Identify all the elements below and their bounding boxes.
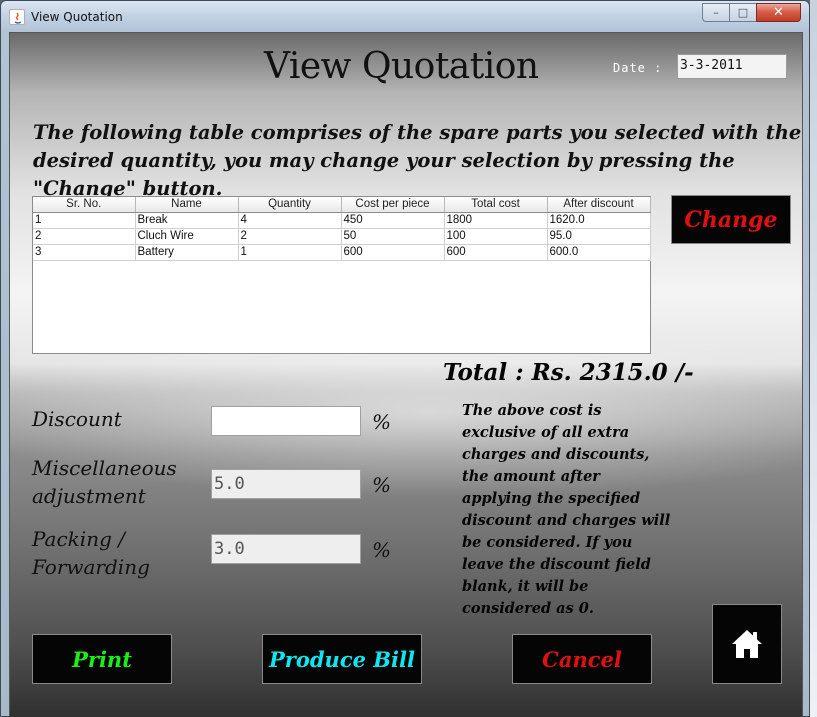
table-cell: 450	[341, 212, 445, 229]
table-cell: 95.0	[547, 228, 651, 245]
table-cell: 1	[238, 244, 342, 261]
column-header[interactable]: Cost per piece	[341, 197, 445, 213]
produce-bill-button[interactable]: Produce Bill	[262, 634, 422, 684]
app-window: View Quotation – □ ✕ View Quotation Date…	[0, 0, 810, 717]
packing-label-line1: Packing /	[32, 527, 125, 551]
intro-text: The following table comprises of the spa…	[33, 121, 802, 200]
table-cell: Battery	[135, 244, 239, 261]
discount-label: Discount	[32, 407, 122, 431]
table-cell: 600.0	[547, 244, 651, 261]
change-button[interactable]: Change	[671, 195, 791, 244]
total-amount: Total : Rs. 2315.0 /-	[443, 359, 694, 386]
packing-percent-label: %	[372, 538, 392, 562]
table-cell: 50	[341, 228, 445, 245]
table-cell: 600	[444, 244, 548, 261]
table-header-row: Sr. No. Name Quantity Cost per piece Tot…	[33, 197, 651, 213]
column-header[interactable]: Total cost	[444, 197, 548, 213]
discount-percent-label: %	[372, 410, 392, 434]
discount-field[interactable]	[211, 406, 361, 436]
column-header[interactable]: Sr. No.	[33, 197, 136, 213]
table-cell: 1620.0	[547, 212, 651, 229]
column-header[interactable]: Name	[135, 197, 239, 213]
misc-adjustment-field[interactable]: 5.0	[211, 469, 361, 499]
packing-forwarding-label: Packing / Forwarding	[32, 525, 150, 581]
table-cell: 2	[33, 228, 136, 245]
cancel-button[interactable]: Cancel	[512, 634, 652, 684]
table-cell: 3	[33, 244, 136, 261]
table-cell: 100	[444, 228, 548, 245]
table-row[interactable]: 3 Battery 1 600 600 600.0	[33, 244, 651, 261]
column-header[interactable]: Quantity	[238, 197, 342, 213]
table-cell: Break	[135, 212, 239, 229]
quotation-panel: View Quotation Date : 3-3-2011 The follo…	[9, 32, 803, 717]
misc-percent-label: %	[372, 473, 392, 497]
misc-label-line1: Miscellaneous	[32, 456, 177, 480]
table-row[interactable]: 1 Break 4 450 1800 1620.0	[33, 212, 651, 229]
cost-note: The above cost is exclusive of all extra…	[462, 402, 671, 617]
home-icon	[732, 630, 762, 658]
window-title: View Quotation	[31, 10, 123, 24]
table-cell: Cluch Wire	[135, 228, 239, 245]
table-cell: 4	[238, 212, 342, 229]
table-cell: 2	[238, 228, 342, 245]
maximize-button[interactable]: □	[729, 3, 756, 22]
window-controls: – □ ✕	[702, 3, 801, 23]
table-cell: 1800	[444, 212, 548, 229]
table-cell: 1	[33, 212, 136, 229]
print-button[interactable]: Print	[32, 634, 172, 684]
desktop-background-strip	[810, 0, 817, 717]
page-title: View Quotation	[264, 46, 539, 87]
packing-forwarding-field[interactable]: 3.0	[211, 534, 361, 564]
close-button[interactable]: ✕	[756, 3, 801, 22]
table-row[interactable]: 2 Cluch Wire 2 50 100 95.0	[33, 228, 651, 245]
column-header[interactable]: After discount	[547, 197, 651, 213]
packing-label-line2: Forwarding	[32, 555, 150, 579]
misc-adjustment-label: Miscellaneous adjustment	[32, 454, 177, 510]
title-bar[interactable]: View Quotation – □ ✕	[1, 1, 809, 31]
misc-label-line2: adjustment	[32, 484, 146, 508]
table-cell: 600	[341, 244, 445, 261]
home-button[interactable]	[712, 604, 782, 684]
parts-table[interactable]: Sr. No. Name Quantity Cost per piece Tot…	[32, 196, 651, 354]
minimize-button[interactable]: –	[702, 3, 729, 22]
date-field[interactable]: 3-3-2011	[677, 54, 787, 79]
date-label: Date :	[613, 61, 663, 75]
java-app-icon	[9, 9, 25, 25]
